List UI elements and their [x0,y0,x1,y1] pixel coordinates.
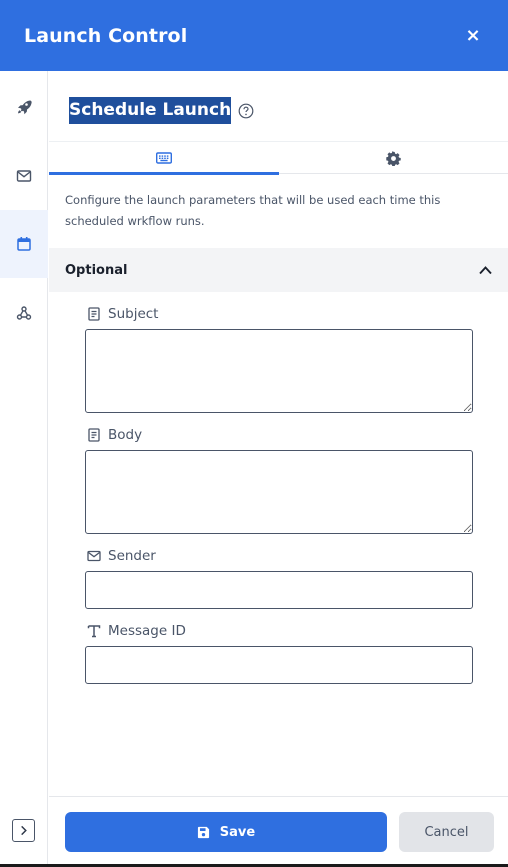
sender-input[interactable] [85,571,473,609]
subject-label: Subject [87,306,158,322]
envelope-icon [16,170,32,182]
close-button[interactable]: × [462,25,484,47]
optional-section-header[interactable]: Optional [49,248,508,292]
body-textarea[interactable] [85,450,473,534]
sender-label: Sender [87,548,156,564]
message-id-input[interactable] [85,646,473,684]
rail-item-webhook[interactable] [0,279,48,347]
rocket-icon [18,100,32,115]
close-icon: × [465,25,481,46]
chevron-up-icon [479,266,492,275]
subject-textarea[interactable] [85,329,473,413]
message-id-label: Message ID [87,623,186,639]
section-title: Optional [65,262,128,278]
page-title: Schedule Launch [69,97,232,124]
rail-expand-button[interactable] [12,819,35,842]
calendar-icon [17,237,31,251]
envelope-icon [87,549,101,563]
gear-icon [386,150,401,166]
header-bar: Launch Control × [0,0,508,71]
tab-settings[interactable] [279,142,508,174]
keyboard-icon [155,152,172,164]
cancel-button[interactable]: Cancel [399,812,494,852]
rail-item-schedule[interactable] [0,210,48,278]
side-rail [0,71,48,865]
document-icon [87,307,101,321]
question-circle-icon[interactable] [238,103,254,119]
webhook-icon [16,306,32,320]
page-title-row: Schedule Launch [69,97,254,124]
text-icon [87,624,101,638]
save-button[interactable]: Save [65,812,387,852]
tab-parameters[interactable] [49,142,279,175]
chevron-right-icon [21,825,27,836]
description-text: Configure the launch parameters that wil… [65,193,441,228]
floppy-disk-icon [197,826,209,838]
footer-bar: Save Cancel [49,796,508,865]
dialog-title: Launch Control [24,24,188,47]
tab-bar [49,141,508,175]
rail-item-launch[interactable] [0,73,48,141]
body-label: Body [87,427,142,443]
rail-item-email[interactable] [0,142,48,210]
document-icon [87,428,101,442]
